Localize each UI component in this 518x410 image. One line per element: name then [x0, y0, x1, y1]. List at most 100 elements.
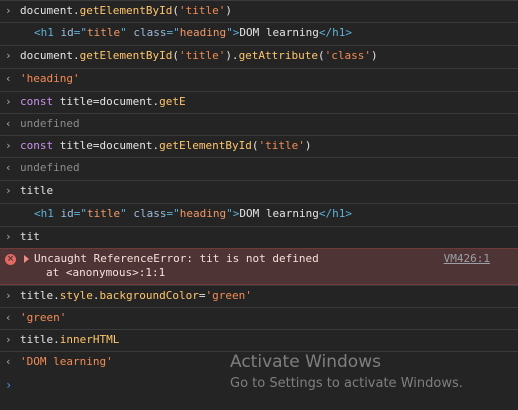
code-token: title [87, 207, 121, 220]
code-token: ) [225, 4, 232, 17]
code-token: getElementById [159, 139, 252, 152]
console-input-row: › document.getElementById('title').getAtt… [0, 45, 518, 68]
console-prompt[interactable]: › [5, 378, 12, 392]
code-token: =document. [92, 139, 160, 152]
console-input-row: › title [0, 180, 518, 203]
console-input-row: › title.style.backgroundColor='green' [0, 285, 518, 307]
code-token: class [133, 207, 167, 220]
code-token: id [60, 26, 74, 39]
code-token: DOM learning [239, 26, 319, 39]
input-chevron-icon: › [5, 289, 12, 302]
code-token: class [133, 26, 167, 39]
code-token: =" [73, 26, 87, 39]
console-output-row: ‹ undefined [0, 157, 518, 180]
code-token: ( [172, 49, 179, 62]
console-result-text: 'heading' [20, 72, 80, 85]
code-token: ( [318, 49, 325, 62]
code-token: getElementById [79, 4, 173, 17]
code-token: title [59, 95, 93, 108]
code-token: heading [179, 207, 227, 220]
code-token: 'class' [324, 49, 372, 62]
code-token: document. [20, 4, 80, 17]
code-token: title. [20, 333, 60, 346]
activate-windows-watermark: Activate Windows Go to Settings to activ… [230, 352, 463, 391]
code-token: 'DOM learning' [20, 355, 113, 368]
input-chevron-icon: › [5, 95, 12, 108]
code-token: 'green' [205, 289, 252, 302]
console-output-row: ‹ undefined [0, 113, 518, 135]
code-token: getAttribute [238, 49, 319, 62]
console-command-text: title [20, 184, 53, 197]
input-chevron-icon: › [5, 4, 12, 17]
output-chevron-icon: ‹ [5, 311, 12, 324]
code-token: ( [172, 4, 179, 17]
output-chevron-icon: ‹ [5, 355, 12, 368]
code-token: <h1 [34, 26, 61, 39]
code-token: getE [159, 95, 186, 108]
output-chevron-icon: ‹ [5, 117, 12, 130]
code-token: title [20, 184, 54, 197]
console-result-text[interactable]: <h1 id="title" class="heading">DOM learn… [34, 207, 352, 220]
code-token: title [59, 139, 93, 152]
source-link[interactable]: VM426:1 [444, 252, 490, 265]
console-result-text[interactable]: <h1 id="title" class="heading">DOM learn… [34, 26, 352, 39]
console-result-text: undefined [20, 161, 80, 174]
code-token: style [59, 289, 93, 302]
code-token: =document. [92, 95, 160, 108]
code-token: " [120, 26, 134, 39]
console-input-row: › tit [0, 226, 518, 248]
code-token: "> [226, 26, 240, 39]
console-result-text: undefined [20, 117, 80, 130]
code-token: </h1> [318, 26, 352, 39]
code-token: innerHTML [59, 333, 120, 346]
code-token: " [120, 207, 134, 220]
error-icon: × [5, 254, 16, 265]
code-token: </h1> [318, 207, 352, 220]
code-token: 'title' [258, 139, 305, 152]
devtools-console: › document.getElementById('title') <h1 id=… [0, 0, 518, 410]
code-token: const [20, 95, 60, 108]
code-token: =" [166, 26, 180, 39]
input-chevron-icon: › [5, 49, 12, 62]
console-result-text: 'DOM learning' [20, 355, 113, 368]
console-command-text: const title=document.getE [20, 95, 186, 108]
code-token: DOM learning [239, 207, 319, 220]
code-token: heading [179, 26, 227, 39]
watermark-subtitle: Go to Settings to activate Windows. [230, 376, 463, 391]
console-result-text: 'green' [20, 311, 66, 324]
console-input-row: › document.getElementById('title') [0, 0, 518, 22]
code-token: =" [166, 207, 180, 220]
expand-triangle-icon[interactable] [24, 255, 29, 263]
input-chevron-icon: › [5, 230, 12, 243]
element-marker [5, 26, 15, 40]
code-token: <h1 [34, 207, 61, 220]
code-token: 'green' [20, 311, 67, 324]
error-message: Uncaught ReferenceError: tit is not defi… [34, 252, 319, 265]
code-token: 'title' [178, 49, 226, 62]
input-chevron-icon: › [5, 184, 12, 197]
error-stack-frame: at <anonymous>:1:1 [46, 266, 166, 279]
code-token: document. [20, 49, 80, 62]
code-token: . [92, 289, 100, 302]
code-token: ) [304, 139, 312, 152]
console-command-text: tit [20, 230, 40, 243]
code-token: title [87, 26, 121, 39]
console-command-text: title.innerHTML [20, 333, 119, 346]
watermark-title: Activate Windows [230, 352, 381, 372]
output-chevron-icon: ‹ [5, 72, 12, 85]
input-chevron-icon: › [5, 139, 12, 152]
code-token: getElementById [79, 49, 173, 62]
console-command-text: document.getElementById('title') [20, 4, 232, 17]
code-token: 'heading' [20, 72, 80, 85]
code-token: id [60, 207, 74, 220]
code-token: backgroundColor [99, 289, 199, 302]
code-token: ). [225, 49, 239, 62]
console-command-text: document.getElementById('title').getAttr… [20, 49, 378, 62]
code-token: undefined [20, 161, 80, 174]
console-element-row: <h1 id="title" class="heading">DOM learn… [0, 22, 518, 45]
code-token: title. [20, 289, 60, 302]
element-marker [5, 207, 15, 221]
code-token: 'title' [178, 4, 226, 17]
code-token: tit [20, 230, 40, 243]
code-token: =" [73, 207, 87, 220]
